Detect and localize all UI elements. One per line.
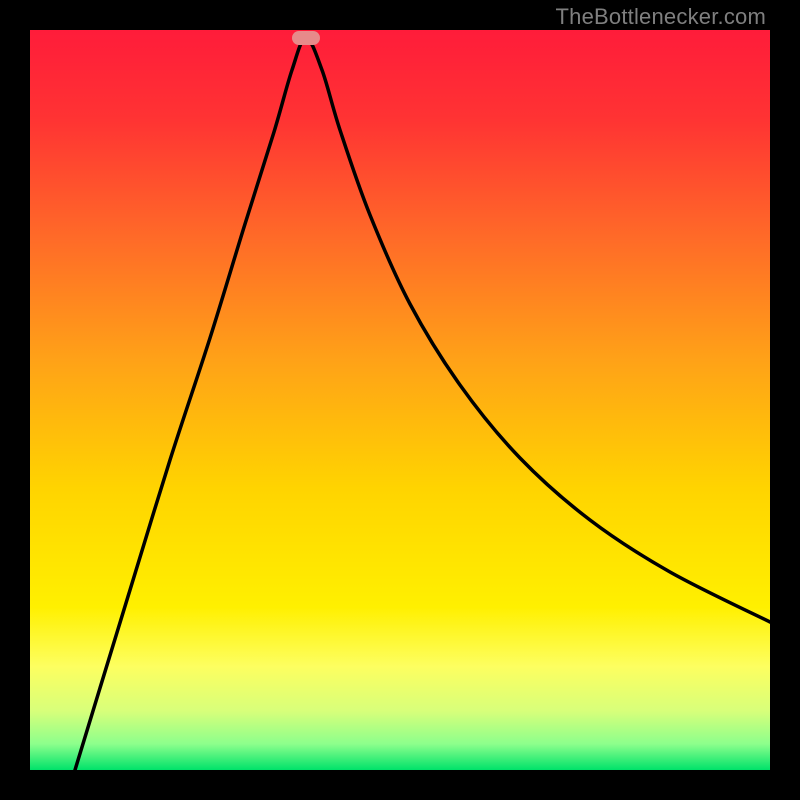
plot-area — [30, 30, 770, 770]
chart-frame: TheBottlenecker.com — [0, 0, 800, 800]
minimum-marker — [292, 31, 320, 45]
gradient-background — [30, 30, 770, 770]
attribution-text: TheBottlenecker.com — [556, 4, 766, 30]
chart-svg — [30, 30, 770, 770]
